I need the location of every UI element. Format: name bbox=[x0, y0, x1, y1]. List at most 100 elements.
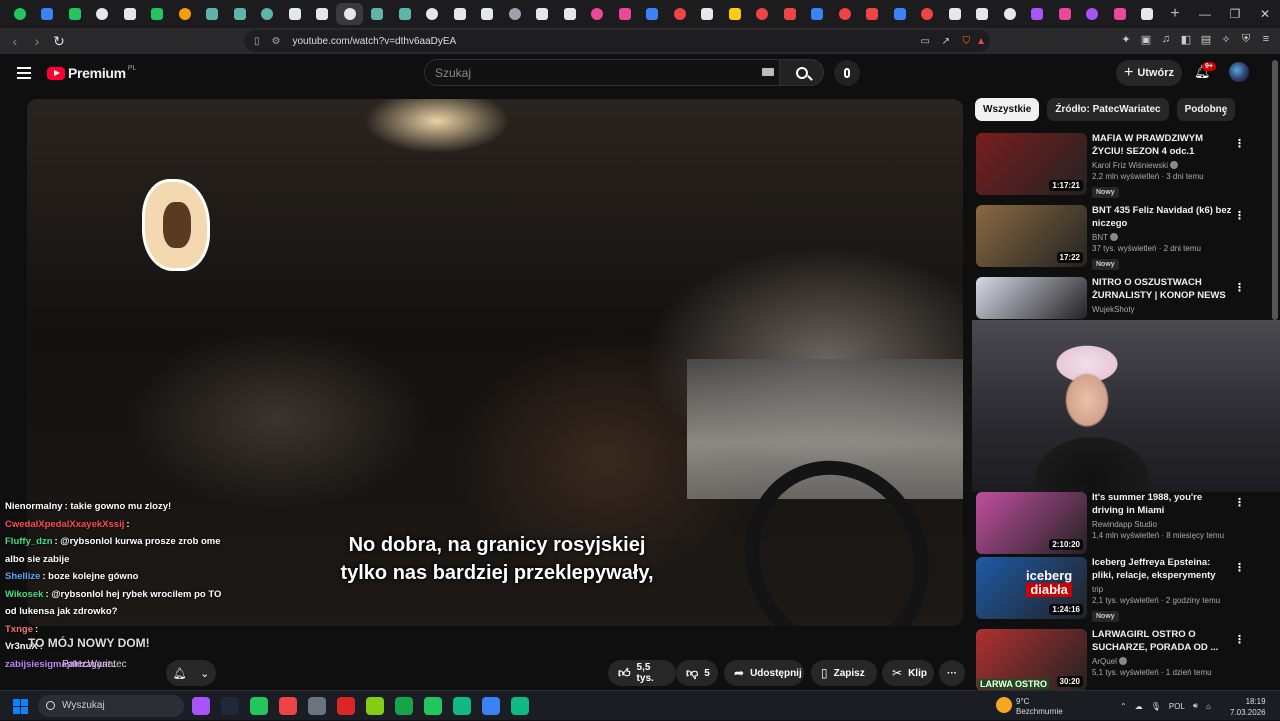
recommended-video[interactable]: 1:17:21 MAFIA W PRAWDZIWYM ŻYCIU! SEZON 4… bbox=[976, 133, 1266, 198]
taskbar-app-icon[interactable] bbox=[308, 697, 326, 715]
recommended-video[interactable]: NITRO O OSZUSTWACH ŻURNALISTY | KONOP NE… bbox=[976, 277, 1266, 319]
forward-icon[interactable]: › bbox=[26, 33, 48, 49]
ai-icon[interactable]: ✧ bbox=[1220, 33, 1232, 47]
video-title[interactable]: MAFIA W PRAWDZIWYM ŻYCIU! SEZON 4 odc.1 bbox=[1092, 133, 1232, 158]
browser-tab[interactable] bbox=[749, 3, 776, 25]
subscribe-bell-button[interactable]: 🔔︎ ⌄ bbox=[166, 660, 216, 686]
channel-name[interactable]: trip bbox=[1092, 585, 1103, 594]
browser-tab[interactable] bbox=[364, 3, 391, 25]
taskbar-app-icon[interactable] bbox=[453, 697, 471, 715]
taskbar-app-icon[interactable] bbox=[511, 697, 529, 715]
dislike-button[interactable]: 👎︎ 5 bbox=[676, 660, 718, 686]
browser-tab[interactable] bbox=[611, 3, 638, 25]
recommended-video[interactable]: 17:22 BNT 435 Feliz Navidad (k6) bez nicz… bbox=[976, 205, 1266, 270]
video-menu-icon[interactable]: ⋮ bbox=[1234, 561, 1245, 574]
taskbar-app-icon[interactable] bbox=[366, 697, 384, 715]
weather-widget[interactable]: 9°C Bezchmurnie bbox=[1016, 697, 1063, 717]
extensions-icon[interactable]: ✦ bbox=[1120, 33, 1132, 47]
url-field[interactable]: ▯ ⚙ youtube.com/watch?v=dthv6aaDyEA ▭ ↗ … bbox=[244, 30, 990, 52]
video-menu-icon[interactable]: ⋮ bbox=[1234, 137, 1245, 150]
browser-tab[interactable] bbox=[226, 3, 253, 25]
browser-tab[interactable] bbox=[336, 3, 363, 25]
chevron-right-icon[interactable]: › bbox=[1222, 104, 1227, 120]
more-actions-button[interactable]: ··· bbox=[939, 660, 965, 686]
filter-chip[interactable]: Wszystkie bbox=[975, 98, 1040, 121]
browser-tab[interactable] bbox=[1106, 3, 1133, 25]
recommended-video[interactable]: LARWA OSTRO 30:20 LARWAGIRL OSTRO O SUCHAR… bbox=[976, 629, 1266, 691]
page-scrollbar[interactable] bbox=[1272, 60, 1278, 320]
browser-tab[interactable] bbox=[89, 3, 116, 25]
bookmark-icon[interactable]: ▯ bbox=[254, 36, 260, 47]
share-button[interactable]: ➦ Udostępnij bbox=[724, 660, 804, 686]
install-app-icon[interactable]: ▭ bbox=[921, 36, 930, 47]
channel-name[interactable]: Karol Friz Wiśniewski bbox=[1092, 161, 1168, 170]
video-thumbnail[interactable]: 1:17:21 bbox=[976, 133, 1087, 195]
sidebar-toggle-icon[interactable]: ◧ bbox=[1180, 33, 1192, 47]
youtube-logo[interactable]: Premium PL bbox=[47, 65, 136, 81]
back-icon[interactable]: ‹ bbox=[4, 33, 26, 49]
new-tab-icon[interactable]: + bbox=[1165, 5, 1185, 23]
browser-tab[interactable] bbox=[6, 3, 33, 25]
video-thumbnail[interactable]: LARWA OSTRO 30:20 bbox=[976, 629, 1087, 691]
video-title[interactable]: It's summer 1988, you're driving in Miam… bbox=[1092, 492, 1232, 517]
taskbar-app-icon[interactable] bbox=[482, 697, 500, 715]
taskbar-search[interactable]: Wyszukaj bbox=[38, 695, 184, 717]
browser-tab[interactable] bbox=[914, 3, 941, 25]
cloud-icon[interactable]: ☁ bbox=[1135, 702, 1143, 711]
wallet-icon[interactable]: ▤ bbox=[1200, 33, 1212, 47]
browser-tab[interactable] bbox=[61, 3, 88, 25]
browser-tab[interactable] bbox=[556, 3, 583, 25]
browser-tab[interactable] bbox=[474, 3, 501, 25]
taskbar-app-icon[interactable] bbox=[250, 697, 268, 715]
browser-tab[interactable] bbox=[776, 3, 803, 25]
network-icon[interactable]: ⌂ bbox=[1206, 702, 1211, 711]
browser-tab[interactable] bbox=[419, 3, 446, 25]
browser-tab[interactable] bbox=[694, 3, 721, 25]
voice-search-button[interactable] bbox=[834, 60, 860, 86]
site-info-icon[interactable]: ⚙ bbox=[272, 36, 281, 47]
shield-icon[interactable]: ⛉ bbox=[963, 36, 971, 47]
minimize-icon[interactable]: — bbox=[1190, 7, 1220, 21]
reload-icon[interactable]: ↻ bbox=[48, 33, 70, 50]
browser-tab[interactable] bbox=[309, 3, 336, 25]
browser-tab[interactable] bbox=[1051, 3, 1078, 25]
browser-tab[interactable] bbox=[391, 3, 418, 25]
windows-start-icon[interactable] bbox=[13, 699, 28, 714]
browser-tab[interactable] bbox=[281, 3, 308, 25]
video-thumbnail[interactable]: iceberg diabła 1:24:16 bbox=[976, 557, 1087, 619]
browser-tab[interactable] bbox=[199, 3, 226, 25]
browser-tab[interactable] bbox=[804, 3, 831, 25]
search-input[interactable]: Szukaj bbox=[424, 59, 780, 86]
like-button[interactable]: 👍︎ 5,5 tys. bbox=[608, 660, 676, 686]
volume-icon[interactable]: 🔊︎ bbox=[1193, 701, 1198, 711]
taskbar-app-icon[interactable] bbox=[279, 697, 297, 715]
hamburger-menu-icon[interactable] bbox=[17, 67, 31, 79]
browser-tab[interactable] bbox=[144, 3, 171, 25]
browser-tab[interactable] bbox=[859, 3, 886, 25]
create-button[interactable]: + Utwórz bbox=[1116, 60, 1182, 86]
screenshot-icon[interactable]: ▣ bbox=[1140, 33, 1152, 47]
tray-overflow-icon[interactable]: ⌃ bbox=[1120, 702, 1127, 711]
menu-icon[interactable]: ≡ bbox=[1260, 33, 1272, 47]
browser-tab[interactable] bbox=[721, 3, 748, 25]
video-title[interactable]: BNT 435 Feliz Navidad (k6) bez niczego bbox=[1092, 205, 1232, 230]
recommended-video[interactable]: 2:10:20 It's summer 1988, you're driving … bbox=[976, 492, 1266, 554]
recommended-video[interactable]: iceberg diabła 1:24:16 Iceberg Jeffreya Eps… bbox=[976, 557, 1266, 622]
language-indicator[interactable]: POL bbox=[1169, 702, 1185, 711]
browser-tab[interactable] bbox=[254, 3, 281, 25]
browser-tab[interactable] bbox=[446, 3, 473, 25]
browser-tab[interactable] bbox=[666, 3, 693, 25]
maximize-icon[interactable]: ❐ bbox=[1220, 7, 1250, 21]
share-page-icon[interactable]: ↗ bbox=[942, 36, 950, 47]
browser-tab[interactable] bbox=[529, 3, 556, 25]
video-thumbnail[interactable]: 17:22 bbox=[976, 205, 1087, 267]
channel-name[interactable]: BNT bbox=[1092, 233, 1108, 242]
video-menu-icon[interactable]: ⋮ bbox=[1234, 633, 1245, 646]
browser-tab[interactable] bbox=[171, 3, 198, 25]
browser-tab[interactable] bbox=[1134, 3, 1161, 25]
video-title[interactable]: NITRO O OSZUSTWACH ŻURNALISTY | KONOP NE… bbox=[1092, 277, 1232, 302]
taskbar-app-icon[interactable] bbox=[192, 697, 210, 715]
media-icon[interactable]: ♫ bbox=[1160, 33, 1172, 47]
account-avatar[interactable] bbox=[1229, 62, 1249, 82]
taskbar-app-icon[interactable] bbox=[221, 697, 239, 715]
